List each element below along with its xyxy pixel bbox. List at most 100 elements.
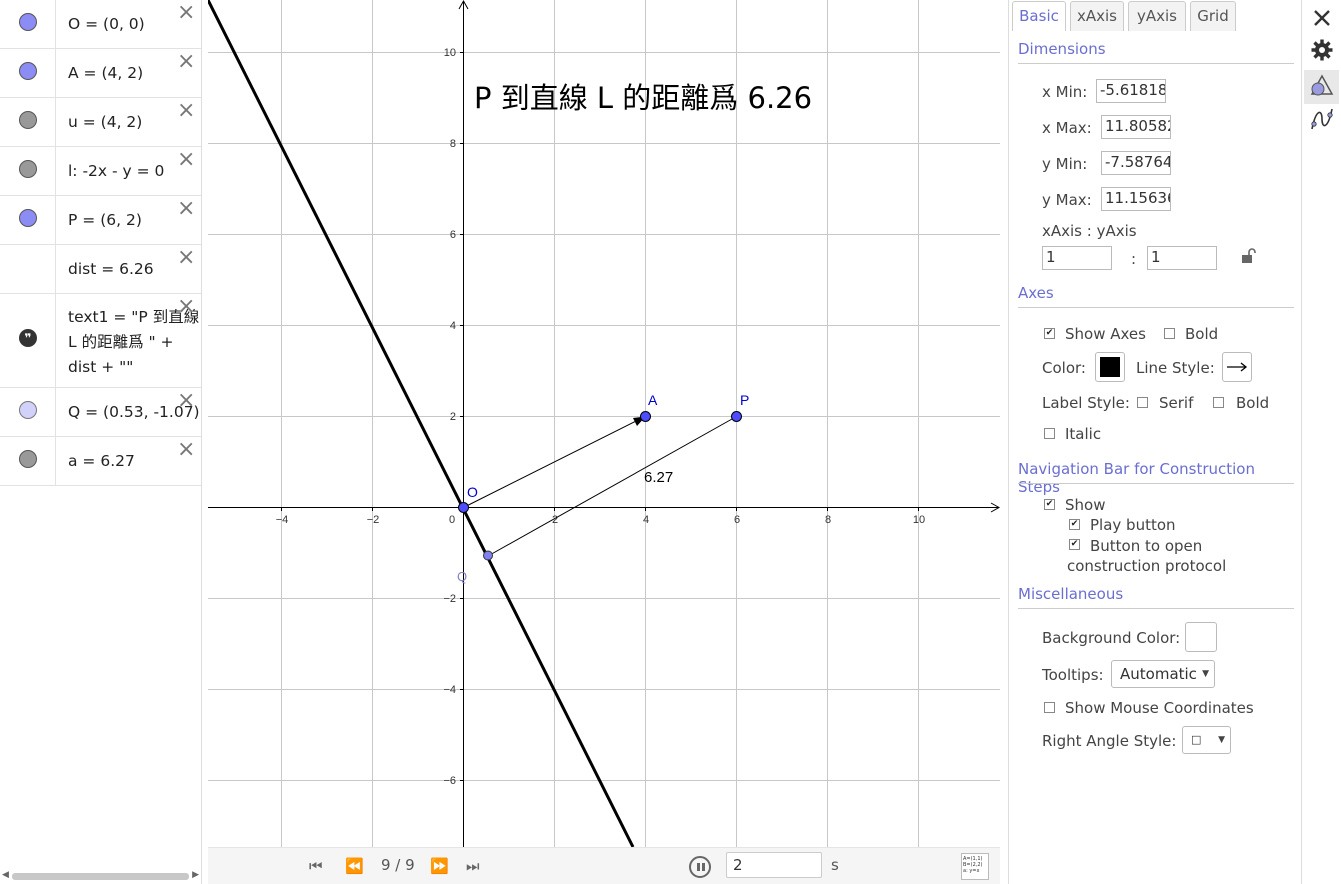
show-axes-checkbox[interactable]: ✔ <box>1044 328 1055 339</box>
line-style-button[interactable] <box>1222 352 1252 382</box>
graphics-canvas[interactable]: −4 −2 0 2 4 6 8 10 10 8 6 4 2 −2 −4 −6 O <box>208 0 1000 847</box>
show-navbar-checkbox[interactable]: ✔ <box>1044 499 1055 510</box>
y-tick-label: 6 <box>450 229 456 241</box>
scroll-right-icon[interactable]: ▶ <box>192 870 199 880</box>
delete-icon[interactable]: × <box>177 296 195 318</box>
algebra-item[interactable]: ❞ text1 = "P 到直線 L 的距離爲 " + dist + "" × <box>0 294 201 388</box>
label-bold-checkbox[interactable] <box>1213 397 1224 408</box>
pause-button[interactable] <box>689 856 711 878</box>
play-button-checkbox[interactable]: ✔ <box>1069 519 1080 530</box>
visibility-toggle[interactable] <box>0 0 56 48</box>
visibility-toggle[interactable] <box>0 196 56 244</box>
last-step-icon[interactable]: ⏭ <box>466 857 480 875</box>
algebra-item-text[interactable]: a = 6.27 <box>68 452 135 470</box>
delete-icon[interactable]: × <box>177 198 195 220</box>
visibility-marble-icon[interactable] <box>19 450 37 468</box>
first-step-icon[interactable]: ⏮ <box>309 857 323 875</box>
algebra-item[interactable]: O = (0, 0) × <box>0 0 201 49</box>
background-color-button[interactable] <box>1185 622 1217 652</box>
algebra-item-text[interactable]: P = (6, 2) <box>68 211 142 229</box>
italic-checkbox[interactable] <box>1044 428 1055 439</box>
tab-basic[interactable]: Basic <box>1012 1 1066 31</box>
show-navbar-label: Show <box>1065 496 1106 514</box>
delete-icon[interactable]: × <box>177 100 195 122</box>
tab-xaxis[interactable]: xAxis <box>1070 1 1124 31</box>
algebra-item-text[interactable]: A = (4, 2) <box>68 64 143 82</box>
serif-checkbox[interactable] <box>1137 397 1148 408</box>
delete-icon[interactable]: × <box>177 51 195 73</box>
algebra-item[interactable]: Q = (0.53, -1.07) × <box>0 388 201 437</box>
algebra-item-text[interactable]: u = (4, 2) <box>68 113 142 131</box>
point-label-A: A <box>648 392 658 408</box>
visibility-toggle[interactable] <box>0 388 56 436</box>
delete-icon[interactable]: × <box>177 439 195 461</box>
ymin-input[interactable]: -7.58764 <box>1101 151 1171 175</box>
axes-bold-checkbox[interactable] <box>1164 328 1175 339</box>
visibility-toggle[interactable] <box>0 98 56 146</box>
horizontal-scrollbar[interactable]: ◀ ▶ <box>0 870 201 882</box>
visibility-marble-icon[interactable] <box>19 62 37 80</box>
visibility-marble-icon[interactable] <box>19 160 37 178</box>
scrollbar-thumb[interactable] <box>12 873 189 880</box>
vector-u[interactable] <box>463 416 645 508</box>
axes-bold-label: Bold <box>1185 325 1219 343</box>
x-tick-label: −4 <box>276 514 289 526</box>
unlock-icon[interactable] <box>1240 248 1256 264</box>
algebra-item[interactable]: a = 6.27 × <box>0 437 201 486</box>
visibility-toggle[interactable]: ❞ <box>0 294 56 387</box>
line-l[interactable] <box>208 0 635 847</box>
tab-yaxis[interactable]: yAxis <box>1128 1 1186 31</box>
ymax-input[interactable]: 11.15636 <box>1101 187 1171 211</box>
delete-icon[interactable]: × <box>177 390 195 412</box>
distance-text[interactable]: P 到直線 L 的距離爲 6.26 <box>474 81 812 115</box>
point-A[interactable] <box>640 411 651 422</box>
visibility-marble-icon[interactable] <box>19 13 37 31</box>
visibility-toggle[interactable] <box>0 147 56 195</box>
algebra-item-text[interactable]: O = (0, 0) <box>68 15 145 33</box>
xmin-input[interactable]: -5.61818 <box>1096 79 1166 103</box>
delete-icon[interactable]: × <box>177 247 195 269</box>
algebra-item-text[interactable]: dist = 6.26 <box>68 260 154 278</box>
visibility-marble-icon[interactable] <box>19 401 37 419</box>
point-P[interactable] <box>731 411 742 422</box>
graphics-view[interactable]: −4 −2 0 2 4 6 8 10 10 8 6 4 2 −2 −4 −6 O <box>208 0 1000 847</box>
tab-grid[interactable]: Grid <box>1190 1 1236 31</box>
xmax-input[interactable]: 11.80582 <box>1101 115 1171 139</box>
delete-icon[interactable]: × <box>177 149 195 171</box>
scroll-left-icon[interactable]: ◀ <box>2 870 9 880</box>
delete-icon[interactable]: × <box>177 2 195 24</box>
text-quote-icon[interactable]: ❞ <box>19 329 37 347</box>
show-mouse-coords-checkbox[interactable] <box>1044 702 1055 713</box>
graphics-view-icon[interactable] <box>1310 74 1334 98</box>
algebra-item[interactable]: dist = 6.26 × <box>0 245 201 294</box>
segment-a[interactable] <box>487 416 737 557</box>
visibility-marble-icon[interactable] <box>19 111 37 129</box>
next-step-icon[interactable]: ⏩ <box>430 857 449 875</box>
algebra-item-text[interactable]: l: -2x - y = 0 <box>68 162 164 180</box>
previous-step-icon[interactable]: ⏪ <box>345 857 364 875</box>
axes-color-button[interactable] <box>1095 352 1125 382</box>
section-title-axes: Axes <box>1018 284 1054 302</box>
right-angle-style-dropdown[interactable]: □ ▼ <box>1182 726 1231 754</box>
algebra-item[interactable]: P = (6, 2) × <box>0 196 201 245</box>
algebra-item[interactable]: A = (4, 2) × <box>0 49 201 98</box>
point-label-Q: Q <box>457 569 467 584</box>
algebra-item[interactable]: l: -2x - y = 0 × <box>0 147 201 196</box>
tooltips-dropdown[interactable]: Automatic ▼ <box>1111 660 1215 688</box>
visibility-marble-icon[interactable] <box>19 209 37 227</box>
construction-protocol-icon[interactable]: A=(1,1) B=(2,2) a: y=x <box>961 853 989 880</box>
algebra-item[interactable]: u = (4, 2) × <box>0 98 201 147</box>
ratio-x-input[interactable]: 1 <box>1042 246 1112 270</box>
close-icon[interactable] <box>1310 6 1334 30</box>
play-speed-input[interactable] <box>726 852 822 878</box>
graph-curve-icon[interactable] <box>1310 107 1334 131</box>
gear-icon[interactable] <box>1310 38 1334 62</box>
visibility-toggle[interactable] <box>0 437 56 485</box>
point-O[interactable] <box>458 502 469 513</box>
visibility-toggle[interactable] <box>0 245 56 293</box>
visibility-toggle[interactable] <box>0 49 56 97</box>
section-divider <box>1018 63 1294 64</box>
point-Q[interactable] <box>483 550 493 561</box>
y-tick-label: 10 <box>444 47 456 59</box>
ratio-y-input[interactable]: 1 <box>1147 246 1217 270</box>
